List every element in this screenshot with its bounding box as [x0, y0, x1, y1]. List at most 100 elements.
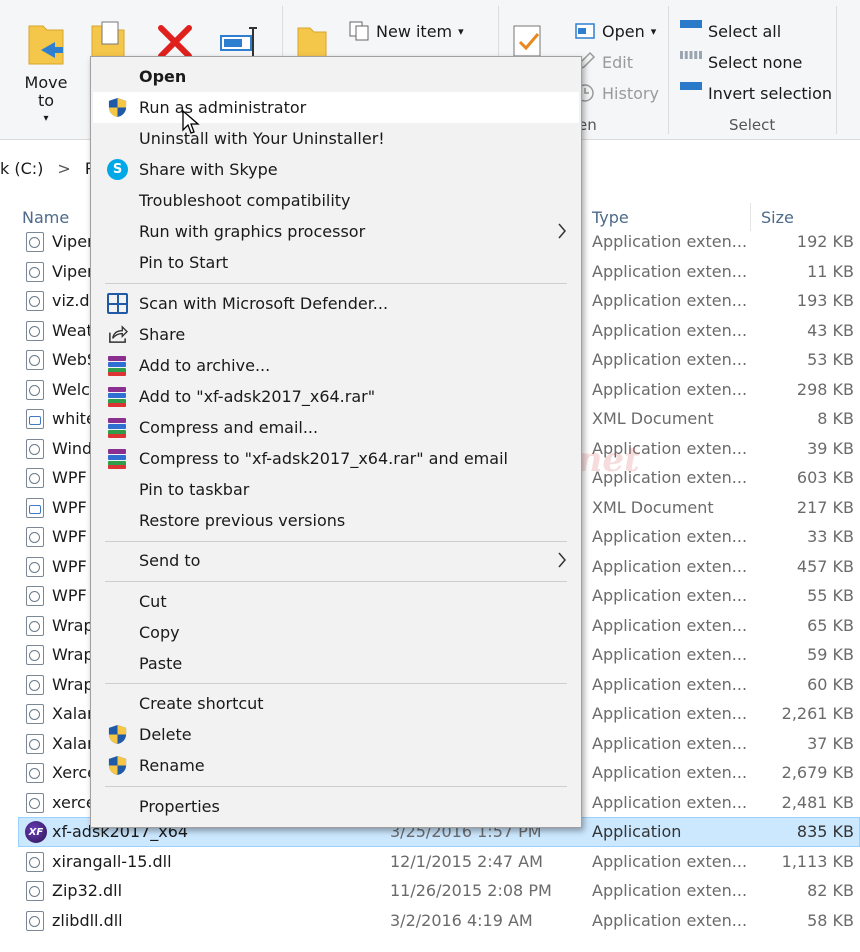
menu-send-to[interactable]: Send to	[93, 545, 579, 576]
file-size: 11 KB	[807, 261, 854, 281]
file-type: XML Document	[592, 409, 714, 428]
file-name: Viper	[52, 261, 94, 281]
menu-compress-rar-email-label: Compress to "xf-adsk2017_x64.rar" and em…	[139, 449, 508, 468]
open-ribbon-label: Open	[602, 21, 645, 41]
select-none-icon	[680, 51, 702, 73]
file-type: Application exten...	[592, 350, 748, 369]
move-to-button[interactable]: Move to ▾	[22, 20, 70, 128]
dll-file-icon	[26, 320, 44, 341]
menu-properties[interactable]: Properties	[93, 791, 579, 822]
menu-separator	[105, 786, 567, 787]
winrar-icon	[107, 448, 128, 469]
menu-pin-taskbar-label: Pin to taskbar	[139, 480, 250, 499]
menu-cut[interactable]: Cut	[93, 586, 579, 617]
invert-selection-button[interactable]: Invert selection	[680, 80, 832, 106]
dll-file-icon	[26, 350, 44, 370]
menu-restore-versions[interactable]: Restore previous versions	[93, 505, 579, 536]
dll-file-icon	[26, 527, 44, 547]
submenu-arrow-icon	[558, 223, 566, 239]
menu-paste[interactable]: Paste	[93, 648, 579, 679]
uac-shield-icon	[108, 755, 127, 776]
menu-scan-defender[interactable]: Scan with Microsoft Defender...	[93, 288, 579, 319]
dll-file-icon	[26, 674, 44, 695]
menu-compress-email-label: Compress and email...	[139, 418, 319, 437]
file-type: XML Document	[592, 497, 714, 517]
column-type[interactable]: Type	[592, 208, 629, 227]
menu-separator	[105, 581, 567, 582]
menu-create-shortcut[interactable]: Create shortcut	[93, 688, 579, 719]
menu-run-gpu[interactable]: Run with graphics processor	[93, 216, 579, 247]
menu-run-gpu-label: Run with graphics processor	[139, 222, 366, 241]
file-row[interactable]: xirangall-15.dll 12/1/2015 2:47 AM Applica…	[0, 847, 860, 877]
menu-open[interactable]: Open	[93, 61, 579, 92]
file-type: Application exten...	[592, 232, 748, 251]
select-all-button[interactable]: Select all	[680, 18, 781, 44]
menu-compress-email[interactable]: Compress and email...	[93, 412, 579, 443]
file-type: Application exten...	[592, 438, 748, 458]
menu-properties-label: Properties	[139, 797, 220, 816]
file-name: xirangall-15.dll	[52, 851, 172, 871]
file-type: Application exten...	[592, 320, 748, 340]
uac-shield-icon	[108, 724, 127, 745]
menu-pin-start[interactable]: Pin to Start	[93, 247, 579, 278]
menu-compress-rar-email[interactable]: Compress to "xf-adsk2017_x64.rar" and em…	[93, 443, 579, 474]
file-row[interactable]: Zip32.dll 11/26/2015 2:08 PM Application e…	[0, 876, 860, 906]
select-all-label: Select all	[708, 21, 782, 41]
menu-uninstall[interactable]: Uninstall with Your Uninstaller!	[93, 123, 579, 154]
file-size: 193 KB	[796, 291, 854, 310]
edit-ribbon-button[interactable]: Edit	[574, 49, 633, 75]
menu-share-label: Share	[139, 325, 186, 344]
dll-file-icon	[26, 232, 44, 252]
menu-share[interactable]: Share	[93, 319, 579, 350]
breadcrumb-separator[interactable]: >	[57, 159, 70, 178]
file-name: zlibdll.dll	[52, 910, 123, 930]
file-type: Application exten...	[592, 261, 748, 281]
submenu-arrow-icon	[558, 552, 566, 568]
dll-file-icon	[26, 733, 44, 754]
file-type: Application exten...	[592, 615, 748, 635]
file-size: 603 KB	[796, 468, 854, 487]
menu-delete[interactable]: Delete	[93, 719, 579, 750]
select-none-button[interactable]: Select none	[680, 49, 802, 75]
open-ribbon-button[interactable]: Open ▾	[574, 18, 656, 44]
menu-pin-taskbar[interactable]: Pin to taskbar	[93, 474, 579, 505]
menu-separator	[105, 283, 567, 284]
file-type: Application exten...	[592, 881, 748, 900]
menu-troubleshoot[interactable]: Troubleshoot compatibility	[93, 185, 579, 216]
dll-file-icon	[26, 615, 44, 636]
xml-file-icon	[26, 497, 44, 518]
menu-separator	[105, 541, 567, 542]
dll-file-icon	[26, 792, 44, 813]
menu-share-skype[interactable]: S Share with Skype	[93, 154, 579, 185]
file-date: 11/26/2015 2:08 PM	[390, 881, 552, 900]
share-icon	[109, 325, 128, 343]
menu-run-as-admin-label: Run as administrator	[139, 98, 307, 117]
menu-rename[interactable]: Rename	[93, 750, 579, 781]
file-row[interactable]: zlibdll.dll 3/2/2016 4:19 AM Application e…	[0, 906, 860, 936]
menu-copy[interactable]: Copy	[93, 617, 579, 648]
breadcrumb-drive[interactable]: k (C:)	[0, 159, 43, 178]
column-size[interactable]: Size	[761, 208, 794, 227]
file-name: WPF	[52, 527, 87, 546]
ribbon-separator	[668, 6, 669, 134]
menu-run-as-admin[interactable]: Run as administrator	[93, 92, 579, 123]
defender-icon	[107, 293, 128, 314]
file-name: Zip32.dll	[52, 881, 123, 900]
column-name[interactable]: Name	[22, 208, 69, 227]
context-menu: Open Run as administrator Uninstall with…	[90, 56, 582, 828]
menu-add-archive[interactable]: Add to archive...	[93, 350, 579, 381]
file-size: 33 KB	[807, 527, 854, 546]
dll-file-icon	[26, 763, 44, 783]
dll-file-icon	[26, 291, 44, 311]
new-item-button[interactable]: New item ▾	[348, 18, 464, 44]
file-name: Welc	[52, 379, 90, 399]
menu-rename-label: Rename	[139, 756, 205, 775]
menu-delete-label: Delete	[139, 725, 192, 744]
menu-open-label: Open	[139, 67, 187, 86]
file-size: 298 KB	[796, 379, 854, 399]
file-type: Application exten...	[592, 291, 748, 310]
file-name: Wrap	[52, 615, 94, 635]
menu-add-rar[interactable]: Add to "xf-adsk2017_x64.rar"	[93, 381, 579, 412]
dll-file-icon	[26, 704, 44, 724]
history-ribbon-button[interactable]: History	[574, 80, 659, 106]
